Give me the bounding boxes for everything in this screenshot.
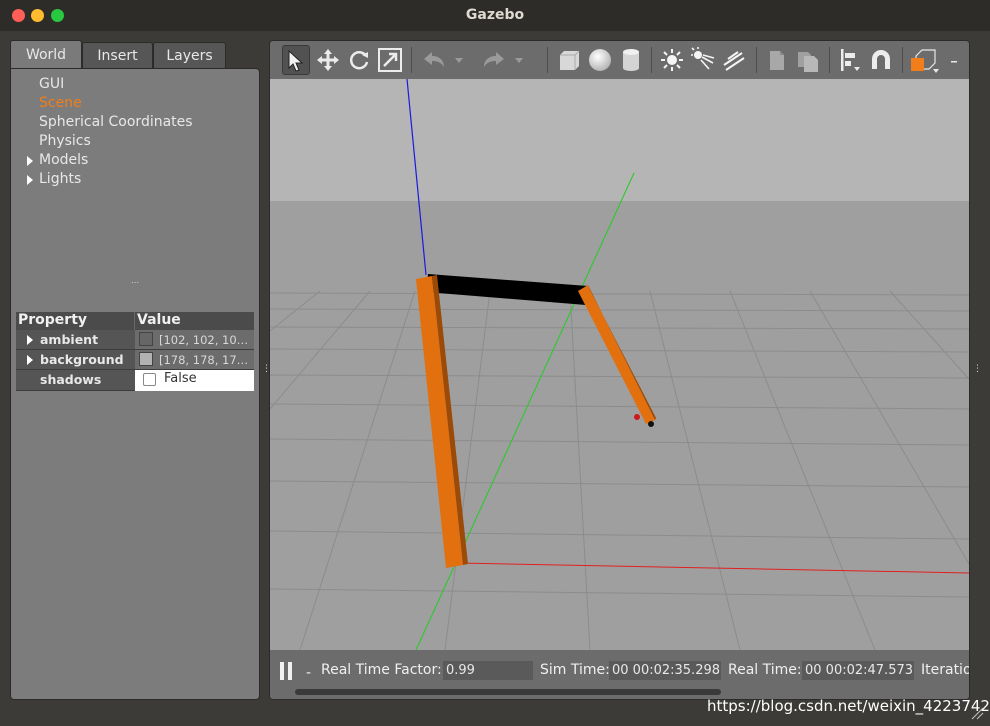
redo-dropdown-icon[interactable] bbox=[512, 45, 526, 75]
select-arrow-icon[interactable] bbox=[282, 45, 310, 75]
world-panel: GUI Scene Spherical Coordinates Physics … bbox=[10, 68, 260, 700]
spot-light-icon[interactable] bbox=[689, 45, 717, 75]
property-row-shadows[interactable]: shadows False bbox=[16, 370, 254, 391]
property-name: ambient bbox=[40, 332, 99, 347]
box-icon[interactable] bbox=[555, 45, 583, 75]
expand-background-icon[interactable] bbox=[27, 355, 33, 365]
splitter-handle[interactable]: ⋯ bbox=[131, 278, 139, 287]
toolbar-divider bbox=[902, 47, 903, 73]
sim-time-label: Sim Time: bbox=[540, 662, 610, 678]
copy-icon[interactable] bbox=[763, 45, 791, 75]
real-time-factor-value: 0.99 bbox=[443, 661, 533, 680]
color-swatch[interactable] bbox=[139, 352, 153, 366]
tree-item-lights[interactable]: Lights bbox=[39, 171, 81, 187]
property-name: shadows bbox=[40, 372, 102, 387]
pause-icon[interactable] bbox=[280, 662, 294, 680]
undo-icon[interactable] bbox=[420, 45, 448, 75]
horizontal-scrollbar[interactable] bbox=[295, 689, 721, 695]
toolbar-divider bbox=[651, 47, 652, 73]
property-row-background[interactable]: background [178, 178, 17… bbox=[16, 350, 254, 370]
real-time-label: Real Time: bbox=[728, 662, 802, 678]
panel-tabs: World Insert Layers bbox=[10, 40, 260, 68]
toolbar-divider bbox=[411, 47, 412, 73]
tree-item-models[interactable]: Models bbox=[39, 152, 88, 168]
property-row-ambient[interactable]: ambient [102, 102, 10… bbox=[16, 330, 254, 350]
view-angle-icon[interactable] bbox=[908, 45, 942, 75]
undo-dropdown-icon[interactable] bbox=[452, 45, 466, 75]
directional-light-icon[interactable] bbox=[720, 45, 748, 75]
translate-icon[interactable] bbox=[314, 45, 342, 75]
window-titlebar: Gazebo bbox=[0, 0, 990, 31]
render-viewport: - Real Time Factor: 0.99 Sim Time: 00 00… bbox=[269, 40, 970, 700]
expand-ambient-icon[interactable] bbox=[27, 335, 33, 345]
toolbar-divider bbox=[547, 47, 548, 73]
property-table-header: Property Value bbox=[16, 312, 254, 330]
tab-world[interactable]: World bbox=[10, 40, 82, 68]
real-time-value: 00 00:02:47.573 bbox=[802, 661, 914, 680]
status-bar: - Real Time Factor: 0.99 Sim Time: 00 00… bbox=[270, 650, 969, 699]
watermark-text: https://blog.csdn.net/weixin_42237429 bbox=[707, 697, 990, 715]
redo-icon[interactable] bbox=[480, 45, 508, 75]
tree-item-physics[interactable]: Physics bbox=[39, 133, 91, 149]
more-icon[interactable] bbox=[948, 45, 962, 75]
property-value[interactable]: False bbox=[135, 370, 254, 391]
robot-foot-marker bbox=[634, 414, 640, 420]
header-property: Property bbox=[18, 312, 88, 328]
rotate-icon[interactable] bbox=[345, 45, 373, 75]
tree-item-spherical-coordinates[interactable]: Spherical Coordinates bbox=[39, 114, 193, 130]
left-panel: World Insert Layers GUI Scene Spherical … bbox=[10, 40, 260, 700]
resize-grip-icon[interactable] bbox=[968, 704, 984, 720]
sky bbox=[270, 79, 969, 204]
toolbar-divider bbox=[829, 47, 830, 73]
header-value: Value bbox=[137, 312, 181, 328]
shadows-checkbox[interactable] bbox=[143, 373, 156, 386]
background-value: [178, 178, 17… bbox=[159, 353, 249, 367]
ground-plane bbox=[270, 201, 969, 650]
tab-layers[interactable]: Layers bbox=[153, 42, 226, 68]
property-name: background bbox=[40, 352, 124, 367]
sim-time-value: 00 00:02:35.298 bbox=[609, 661, 721, 680]
3d-scene[interactable] bbox=[270, 79, 969, 650]
cylinder-icon[interactable] bbox=[617, 45, 645, 75]
point-light-icon[interactable] bbox=[658, 45, 686, 75]
sphere-icon[interactable] bbox=[586, 45, 614, 75]
toolbar bbox=[270, 41, 969, 79]
real-time-factor-label: Real Time Factor: bbox=[321, 662, 442, 678]
right-splitter-grip[interactable]: ⋮ bbox=[973, 364, 982, 374]
ambient-value: [102, 102, 10… bbox=[159, 333, 249, 347]
header-divider bbox=[134, 312, 135, 330]
color-swatch[interactable] bbox=[139, 332, 153, 346]
iterations-label: Iteratio bbox=[921, 662, 970, 678]
tree-item-gui[interactable]: GUI bbox=[39, 76, 64, 92]
property-value[interactable]: [178, 178, 17… bbox=[135, 350, 254, 369]
robot-foot-joint bbox=[648, 421, 654, 427]
align-icon[interactable] bbox=[836, 45, 864, 75]
expand-models-icon[interactable] bbox=[27, 156, 33, 166]
step-indicator: - bbox=[306, 665, 312, 681]
tab-insert[interactable]: Insert bbox=[82, 42, 153, 68]
snap-magnet-icon[interactable] bbox=[867, 45, 895, 75]
paste-icon[interactable] bbox=[794, 45, 822, 75]
shadows-value: False bbox=[164, 371, 197, 386]
scale-icon[interactable] bbox=[376, 45, 404, 75]
window-title: Gazebo bbox=[465, 7, 525, 23]
tree-item-scene[interactable]: Scene bbox=[39, 95, 82, 111]
expand-lights-icon[interactable] bbox=[27, 175, 33, 185]
property-value[interactable]: [102, 102, 10… bbox=[135, 330, 254, 349]
toolbar-divider bbox=[756, 47, 757, 73]
